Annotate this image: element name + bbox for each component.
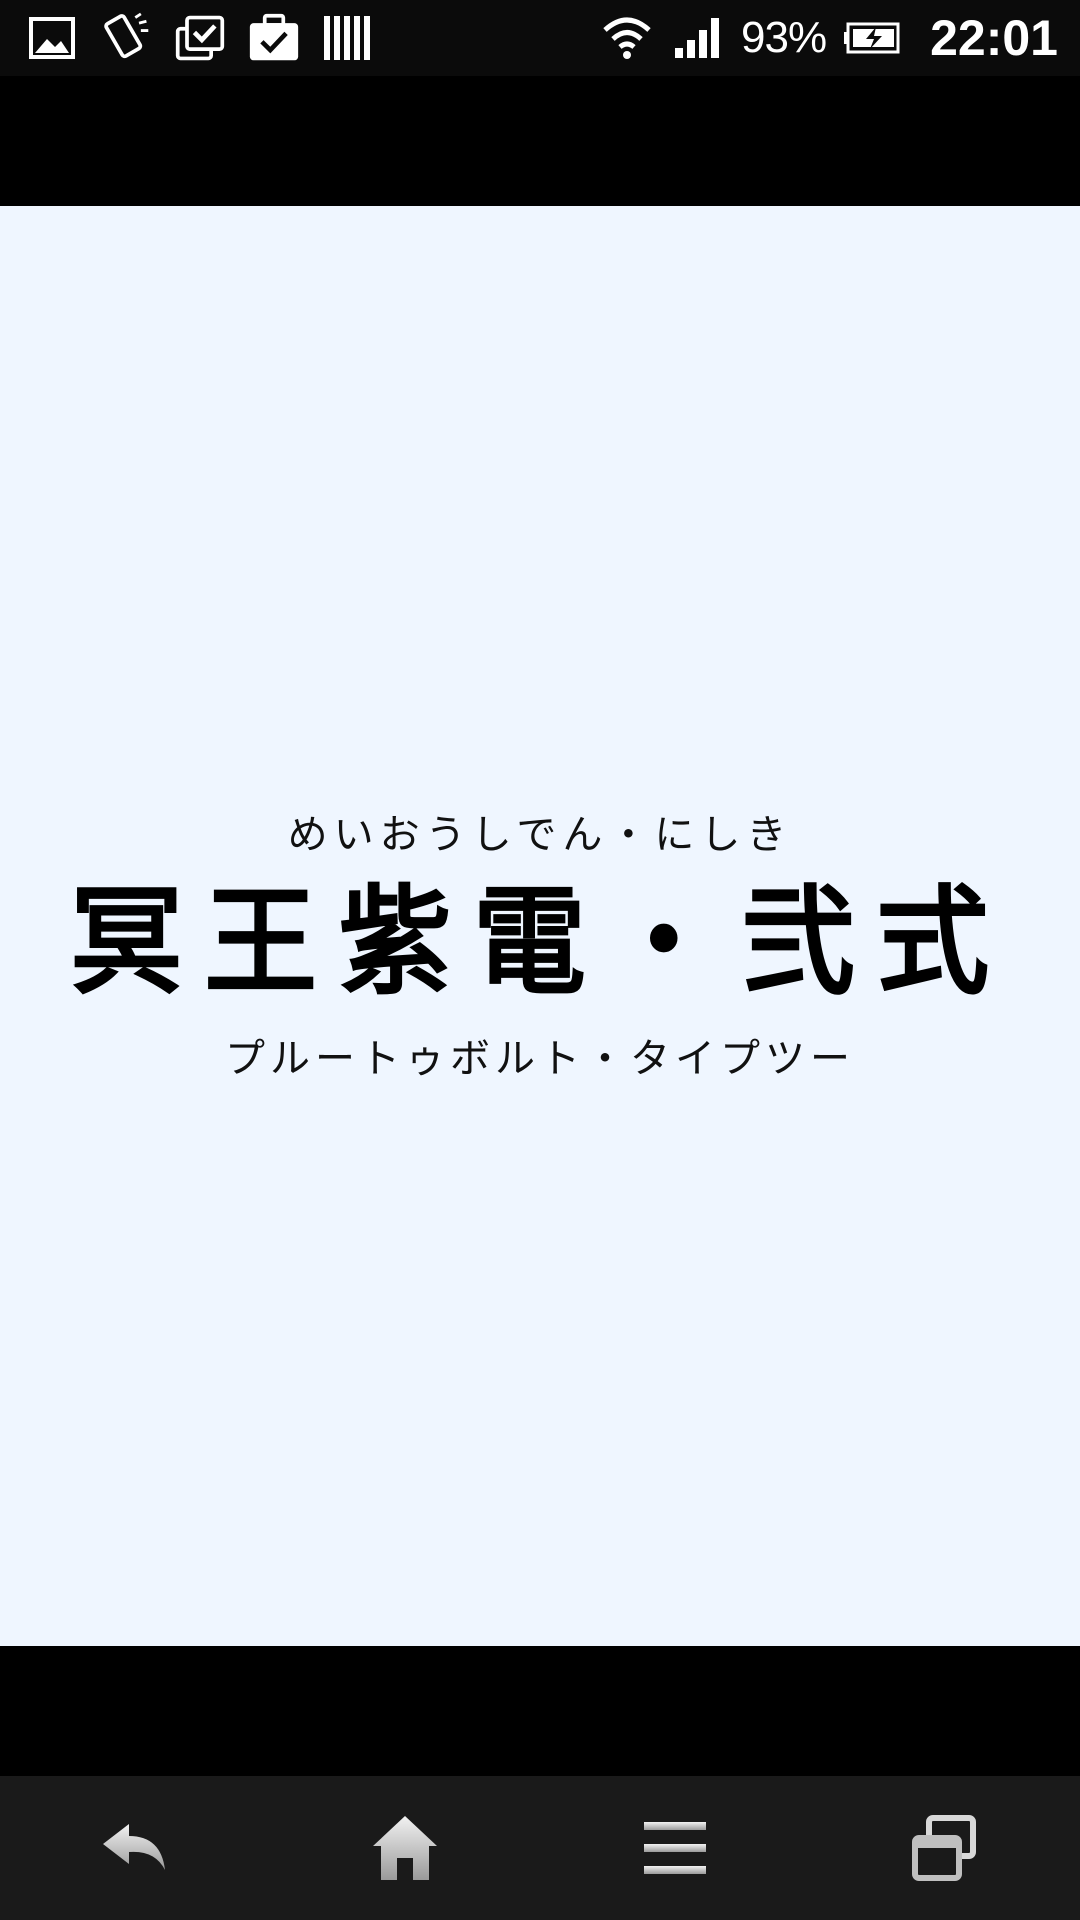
gallery-icon — [26, 12, 78, 64]
notification-icons — [26, 0, 396, 76]
recent-apps-icon — [912, 1815, 976, 1881]
home-button[interactable] — [345, 1793, 465, 1903]
top-letterbox — [0, 76, 1080, 206]
main-title: 冥王紫電・弐式 — [69, 872, 1011, 1011]
back-button[interactable] — [75, 1793, 195, 1903]
furigana-text: めいおうしでん・にしき — [287, 812, 793, 858]
title-block: めいおうしでん・にしき 冥王紫電・弐式 プルートゥボルト・タイプツー — [0, 802, 1080, 1084]
subtitle-text: プルートゥボルト・タイプツー — [225, 1036, 855, 1082]
clock: 22:01 — [930, 10, 1058, 66]
home-icon — [373, 1816, 437, 1880]
status-bar: 93% 22:01 — [0, 0, 1080, 76]
navigation-bar — [0, 1776, 1080, 1920]
briefcase-check-icon — [248, 12, 300, 64]
signal-icon — [671, 12, 723, 64]
screen-rotate-icon — [100, 12, 152, 64]
battery-charging-icon — [844, 12, 904, 64]
clipboard-check-icon — [174, 12, 226, 64]
recent-apps-button[interactable] — [885, 1793, 1005, 1903]
barcode-icon — [322, 12, 374, 64]
menu-button[interactable] — [615, 1793, 735, 1903]
battery-percentage: 93% — [741, 13, 827, 62]
menu-icon — [644, 1822, 706, 1874]
wifi-icon — [601, 12, 653, 64]
system-icons: 93% 22:01 — [583, 0, 1058, 76]
title-card: めいおうしでん・にしき 冥王紫電・弐式 プルートゥボルト・タイプツー — [0, 206, 1080, 1646]
bottom-letterbox — [0, 1646, 1080, 1776]
back-icon — [103, 1824, 165, 1870]
